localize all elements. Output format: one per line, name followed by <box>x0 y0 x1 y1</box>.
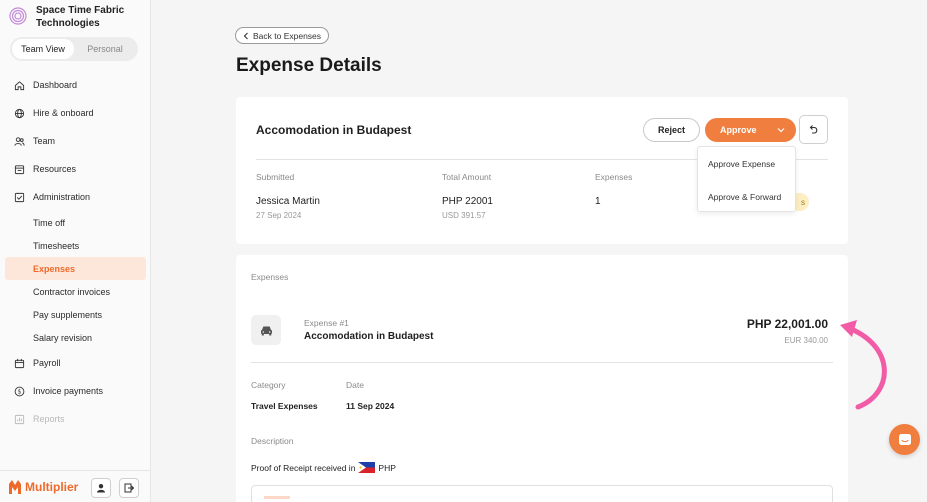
expense-name: Accomodation in Budapest <box>304 331 434 342</box>
expense-converted-amount: EUR 340.00 <box>784 336 828 345</box>
globe-icon <box>14 108 25 119</box>
sidebar-item-label: Administration <box>33 192 91 202</box>
back-to-expenses-button[interactable]: Back to Expenses <box>235 27 330 44</box>
expense-detail-card: Expenses Expense #1 Accomodation in Buda… <box>236 255 848 502</box>
folder-icon <box>14 164 25 175</box>
sidebar-item-label: Pay supplements <box>33 309 103 320</box>
sidebar: Space Time Fabric Technologies Team View… <box>0 0 151 502</box>
sidebar-item-label: Timesheets <box>33 240 80 251</box>
annotation-arrow-icon <box>840 320 887 410</box>
sidebar-item-label: Contractor invoices <box>33 286 111 297</box>
calendar-icon <box>14 358 25 369</box>
page-title: Expense Details <box>236 55 382 76</box>
category-value: Travel Expenses <box>251 401 318 411</box>
sidebar-footer: Multiplier <box>0 470 151 502</box>
approve-expense-option[interactable]: Approve Expense <box>698 147 795 180</box>
sidebar-item-team[interactable]: Team <box>0 127 151 155</box>
sidebar-item-time-off[interactable]: Time off <box>0 211 151 234</box>
team-view-tab[interactable]: Team View <box>12 39 74 59</box>
submitted-name: Jessica Martin <box>256 196 320 207</box>
expenses-count: 1 <box>595 196 601 207</box>
chevron-left-icon <box>243 32 248 39</box>
sidebar-item-label: Reports <box>33 414 65 424</box>
description-text: Proof of Receipt received in <box>251 462 356 473</box>
sidebar-item-expenses[interactable]: Expenses <box>5 257 146 280</box>
expense-title: Accomodation in Budapest <box>256 123 412 137</box>
report-icon <box>14 414 25 425</box>
car-icon <box>260 326 272 335</box>
org-name: Space Time Fabric Technologies <box>36 5 125 29</box>
sidebar-item-label: Invoice payments <box>33 386 104 396</box>
chat-icon <box>898 433 911 445</box>
category-label: Category <box>251 380 286 390</box>
dollar-circle-icon: $ <box>14 386 25 397</box>
approve-dropdown-menu: Approve Expense Approve & Forward <box>697 146 796 212</box>
sidebar-item-reports[interactable]: Reports <box>0 405 151 433</box>
svg-text:$: $ <box>18 388 22 395</box>
date-value: 11 Sep 2024 <box>346 401 395 411</box>
brand-logo: Multiplier <box>8 479 78 495</box>
receipt-preview <box>264 496 290 499</box>
sidebar-item-label: Payroll <box>33 358 61 368</box>
back-label: Back to Expenses <box>253 30 322 41</box>
submitted-label: Submitted <box>256 172 295 182</box>
sidebar-item-label: Resources <box>33 164 77 174</box>
sidebar-item-payroll[interactable]: Payroll <box>0 349 151 377</box>
total-amount-usd: USD 391.57 <box>442 211 486 220</box>
sidebar-item-dashboard[interactable]: Dashboard <box>0 71 151 99</box>
chat-support-button[interactable] <box>889 424 920 455</box>
sidebar-item-resources[interactable]: Resources <box>0 155 151 183</box>
divider <box>251 362 833 363</box>
total-amount-label: Total Amount <box>442 172 492 182</box>
undo-button[interactable] <box>799 115 828 144</box>
sidebar-item-salary-revision[interactable]: Salary revision <box>0 326 151 349</box>
submitted-date: 27 Sep 2024 <box>256 211 302 220</box>
brand-name: Multiplier <box>25 479 79 494</box>
profile-button[interactable] <box>91 478 111 498</box>
checkbox-icon <box>14 192 25 203</box>
org-switcher[interactable]: Space Time Fabric Technologies <box>8 4 141 30</box>
receipt-attachment[interactable] <box>251 485 833 502</box>
undo-icon <box>809 125 818 134</box>
total-amount: PHP 22001 <box>442 196 493 207</box>
sidebar-item-label: Time off <box>33 217 66 228</box>
sidebar-item-timesheets[interactable]: Timesheets <box>0 234 151 257</box>
expense-category-icon <box>251 315 281 345</box>
date-label: Date <box>346 380 364 390</box>
approve-forward-option[interactable]: Approve & Forward <box>698 180 795 213</box>
sidebar-item-label: Dashboard <box>33 80 78 90</box>
expense-number: Expense #1 <box>304 318 349 328</box>
sidebar-item-invoice-payments[interactable]: $ Invoice payments <box>0 377 151 405</box>
approve-label: Approve <box>720 125 757 135</box>
sidebar-item-label: Team <box>33 136 56 146</box>
org-logo-icon <box>9 7 27 25</box>
sidebar-item-administration[interactable]: Administration <box>0 183 151 211</box>
multiplier-logo-icon <box>9 479 21 494</box>
people-icon <box>14 136 25 147</box>
sidebar-item-label: Salary revision <box>33 332 93 343</box>
sidebar-nav: Dashboard Hire & onboard Team Resources … <box>0 71 151 433</box>
currency-code: PHP <box>378 462 396 473</box>
approve-dropdown-button[interactable]: Approve <box>705 118 796 142</box>
description-value: Proof of Receipt received in PHP <box>251 462 396 473</box>
sidebar-item-label: Expenses <box>33 263 76 274</box>
expense-amount: PHP 22,001.00 <box>746 317 828 331</box>
sidebar-item-label: Hire & onboard <box>33 108 94 118</box>
sidebar-item-hire-onboard[interactable]: Hire & onboard <box>0 99 151 127</box>
view-toggle: Team View Personal <box>10 37 138 61</box>
chevron-down-icon <box>777 128 784 133</box>
philippines-flag-icon <box>358 462 376 473</box>
sidebar-item-contractor-invoices[interactable]: Contractor invoices <box>0 280 151 303</box>
expenses-count-label: Expenses <box>595 172 633 182</box>
description-label: Description <box>251 436 294 446</box>
logout-icon <box>124 483 134 493</box>
reject-button[interactable]: Reject <box>643 118 700 142</box>
home-icon <box>14 80 25 91</box>
sidebar-item-pay-supplements[interactable]: Pay supplements <box>0 303 151 326</box>
personal-view-tab[interactable]: Personal <box>74 39 136 59</box>
expenses-section-label: Expenses <box>251 272 289 282</box>
logout-button[interactable] <box>119 478 139 498</box>
user-icon <box>97 484 105 493</box>
